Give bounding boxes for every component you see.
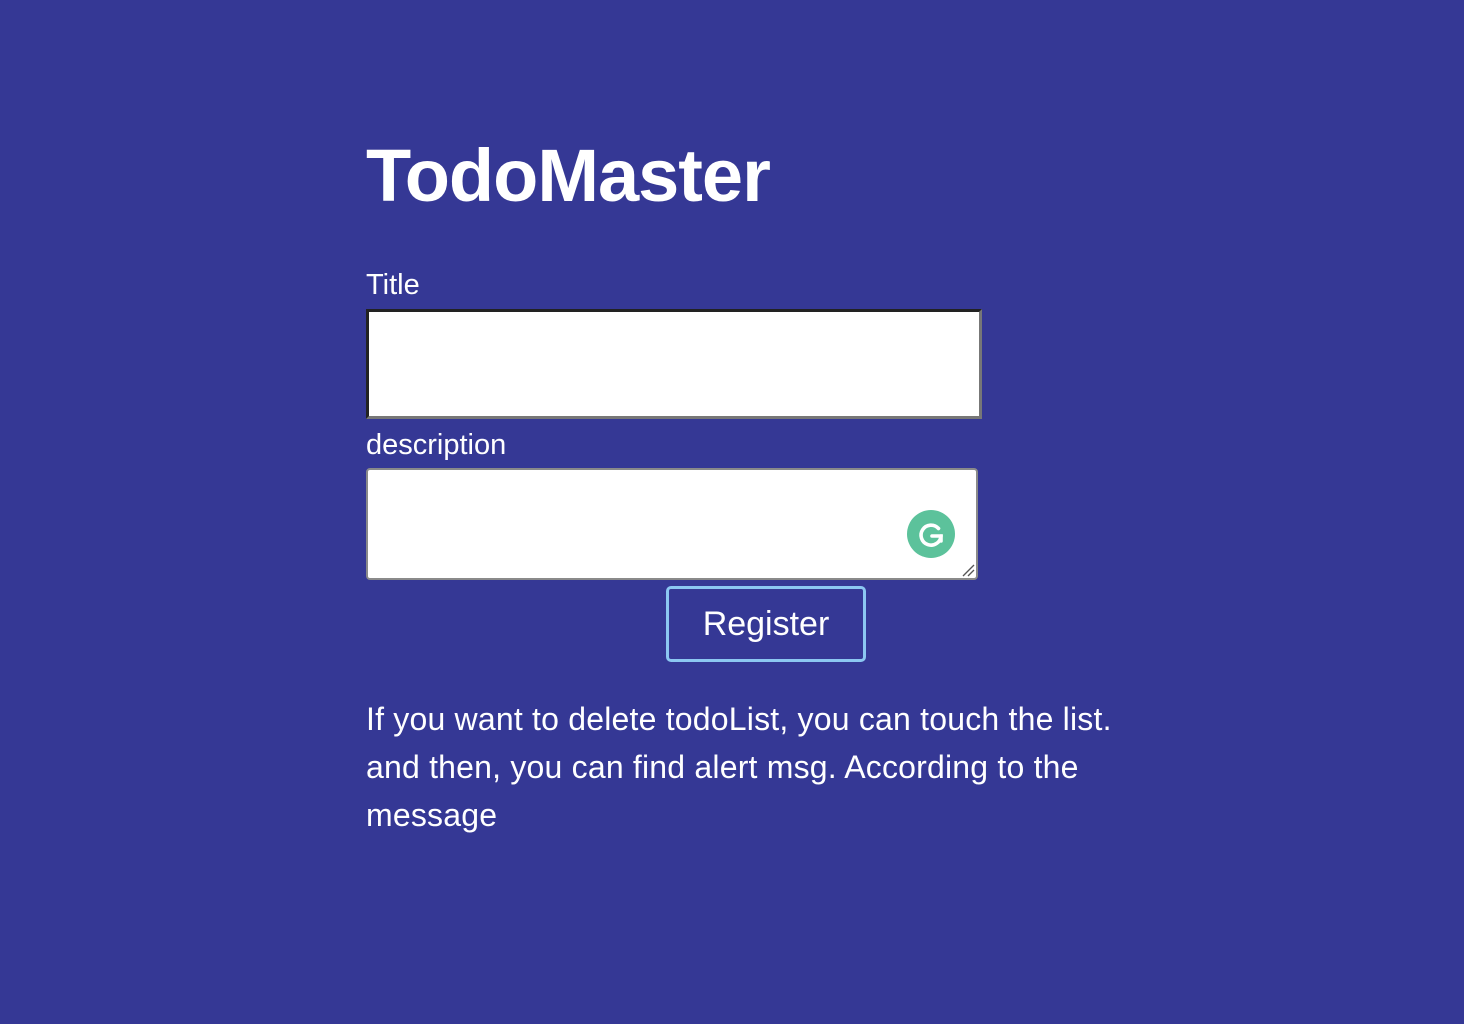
grammarly-g-glyph	[919, 523, 943, 547]
description-field-wrapper	[366, 468, 978, 580]
help-text: If you want to delete todoList, you can …	[366, 701, 1112, 833]
register-button[interactable]: Register	[666, 586, 866, 662]
title-input[interactable]	[366, 309, 982, 419]
description-label: description	[366, 429, 507, 461]
app-title: TodoMaster	[366, 134, 771, 217]
title-label: Title	[366, 269, 420, 301]
resize-handle-icon[interactable]	[961, 563, 975, 577]
description-textarea[interactable]	[366, 468, 978, 580]
grammarly-icon[interactable]	[907, 510, 955, 558]
